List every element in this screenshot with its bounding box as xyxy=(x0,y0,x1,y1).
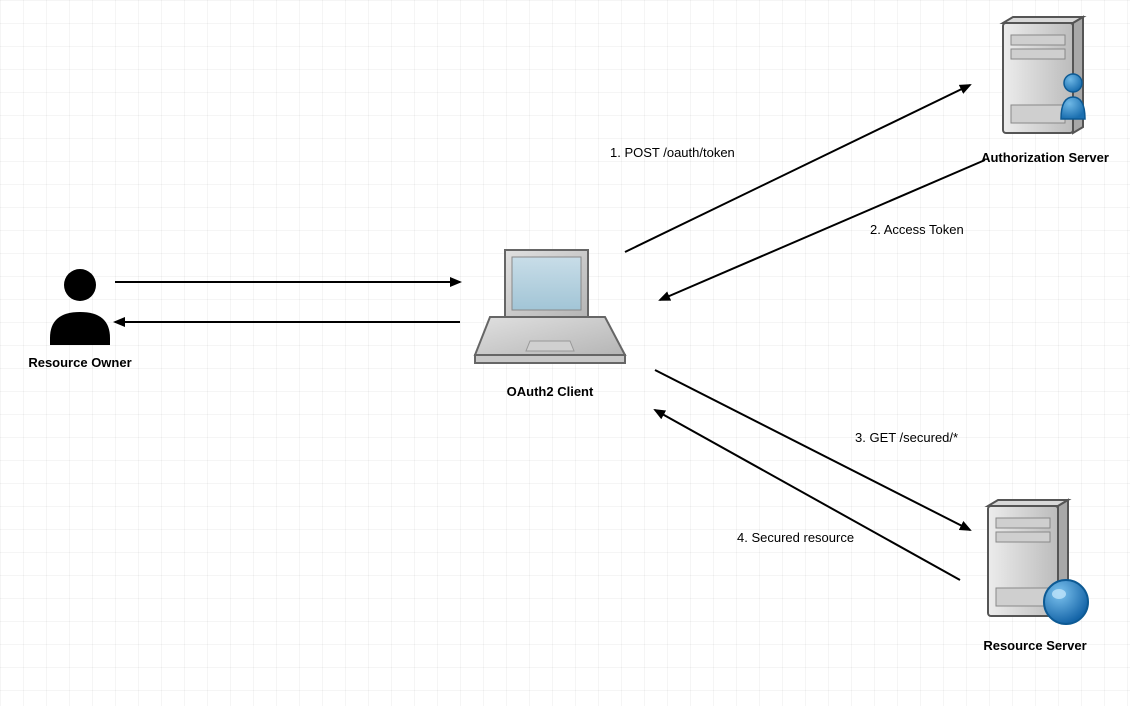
node-resource-owner: Resource Owner xyxy=(20,260,140,370)
oauth-client-label: OAuth2 Client xyxy=(470,384,630,399)
flow-step4-label: 4. Secured resource xyxy=(737,530,854,545)
auth-server-icon xyxy=(985,15,1105,145)
laptop-icon xyxy=(470,245,630,375)
resource-server-label: Resource Server xyxy=(960,638,1110,653)
person-icon xyxy=(40,260,120,350)
flow-step3-label: 3. GET /secured/* xyxy=(855,430,958,445)
flow-step2-label: 2. Access Token xyxy=(870,222,964,237)
auth-server-label: Authorization Server xyxy=(970,150,1120,165)
resource-owner-label: Resource Owner xyxy=(20,355,140,370)
node-resource-server: Resource Server xyxy=(960,498,1110,653)
flow-step1-label: 1. POST /oauth/token xyxy=(610,145,735,160)
resource-server-icon xyxy=(970,498,1100,633)
node-auth-server: Authorization Server xyxy=(970,15,1120,165)
node-oauth-client: OAuth2 Client xyxy=(470,245,630,399)
